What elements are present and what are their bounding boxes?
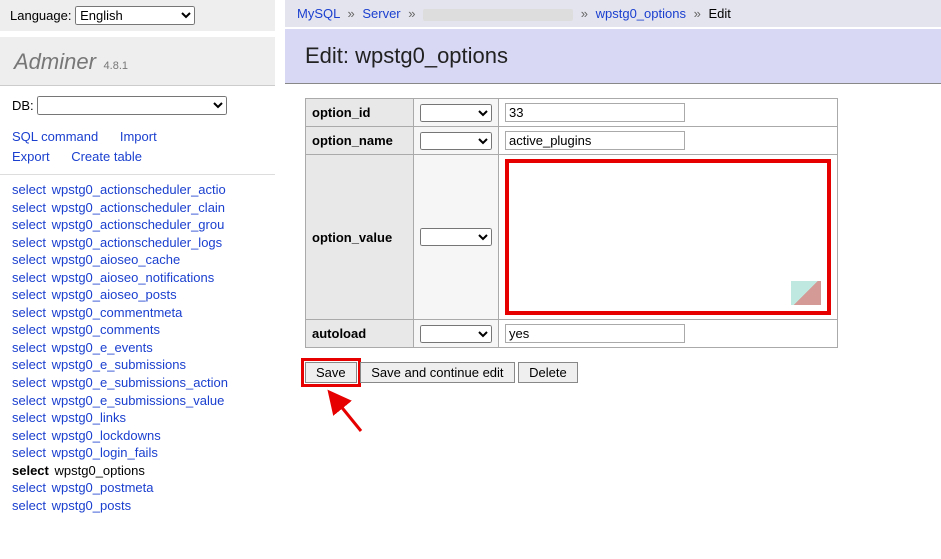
action-buttons: Save Save and continue edit Delete [305,362,921,383]
table-row: select wpstg0_comments [12,321,263,339]
table-row: select wpstg0_e_submissions [12,356,263,374]
edit-form-table: option_id option_name option_value [305,98,838,348]
link-create-table[interactable]: Create table [71,149,142,164]
field-label-option-value: option_value [306,155,414,320]
func-select-option-value[interactable] [420,228,492,246]
table-row: select wpstg0_actionscheduler_logs [12,234,263,252]
table-name-link[interactable]: wpstg0_aioseo_notifications [52,270,215,285]
func-select-autoload[interactable] [420,325,492,343]
db-selector-row: DB: [0,85,275,119]
table-name-link[interactable]: wpstg0_lockdowns [52,428,161,443]
table-row: select wpstg0_aioseo_cache [12,251,263,269]
table-row: select wpstg0_commentmeta [12,304,263,322]
table-row: select wpstg0_options [12,462,263,480]
language-bar: Language: English [0,0,275,31]
textarea-option-value[interactable] [513,167,823,307]
table-name-link[interactable]: wpstg0_actionscheduler_clain [52,200,225,215]
table-row: select wpstg0_actionscheduler_actio [12,181,263,199]
func-select-option-id[interactable] [420,104,492,122]
field-label-option-id: option_id [306,99,414,127]
table-select-link[interactable]: select [12,340,46,355]
table-select-link[interactable]: select [12,252,46,267]
table-name-link[interactable]: wpstg0_e_events [52,340,153,355]
crumb-edit: Edit [708,6,730,21]
table-select-link[interactable]: select [12,217,46,232]
field-label-option-name: option_name [306,127,414,155]
func-select-option-name[interactable] [420,132,492,150]
table-name-link[interactable]: wpstg0_aioseo_cache [52,252,181,267]
table-row: select wpstg0_lockdowns [12,427,263,445]
table-name-link[interactable]: wpstg0_postmeta [52,480,154,495]
table-select-link[interactable]: select [12,410,46,425]
option-value-highlight [505,159,831,315]
crumb-database[interactable] [423,9,573,21]
table-row: select wpstg0_actionscheduler_grou [12,216,263,234]
table-select-link[interactable]: select [12,182,46,197]
table-name-link[interactable]: wpstg0_comments [52,322,160,337]
table-select-link[interactable]: select [12,375,46,390]
table-select-link[interactable]: select [12,305,46,320]
table-name-link[interactable]: wpstg0_actionscheduler_grou [52,217,225,232]
table-select-link[interactable]: select [12,287,46,302]
save-button[interactable]: Save [305,362,357,383]
save-continue-button[interactable]: Save and continue edit [360,362,514,383]
brand-block: Adminer 4.8.1 [0,37,275,85]
table-list: select wpstg0_actionscheduler_actioselec… [0,174,275,520]
brand-version: 4.8.1 [104,60,128,72]
crumb-server[interactable]: Server [362,6,400,21]
table-name-link[interactable]: wpstg0_commentmeta [52,305,183,320]
table-row: select wpstg0_actionscheduler_clain [12,199,263,217]
table-name-link[interactable]: wpstg0_aioseo_posts [52,287,177,302]
table-name-link[interactable]: wpstg0_actionscheduler_logs [52,235,223,250]
table-select-link[interactable]: select [12,357,46,372]
table-row: select wpstg0_aioseo_notifications [12,269,263,287]
table-name-link[interactable]: wpstg0_links [52,410,126,425]
breadcrumb: MySQL » Server » » wpstg0_options » Edit [285,0,941,27]
table-name-link[interactable]: wpstg0_posts [52,498,132,513]
db-label: DB: [12,98,34,113]
input-option-id[interactable] [505,103,685,122]
table-row: select wpstg0_postmeta [12,479,263,497]
table-name-link[interactable]: wpstg0_options [55,463,145,478]
table-name-link[interactable]: wpstg0_e_submissions [52,357,186,372]
field-label-autoload: autoload [306,320,414,348]
brand-name: Adminer [14,49,96,74]
input-autoload[interactable] [505,324,685,343]
page-title-band: Edit: wpstg0_options [285,29,941,83]
table-name-link[interactable]: wpstg0_e_submissions_action [52,375,228,390]
table-name-link[interactable]: wpstg0_e_submissions_value [52,393,225,408]
crumb-table[interactable]: wpstg0_options [596,6,686,21]
callout-arrow-icon [329,395,369,435]
delete-button[interactable]: Delete [518,362,578,383]
table-row: select wpstg0_posts [12,497,263,515]
db-select[interactable] [37,96,227,115]
table-select-link[interactable]: select [12,463,49,478]
table-name-link[interactable]: wpstg0_login_fails [52,445,158,460]
table-select-link[interactable]: select [12,235,46,250]
sidebar-links: SQL command Import Export Create table [0,119,275,170]
input-option-name[interactable] [505,131,685,150]
table-name-link[interactable]: wpstg0_actionscheduler_actio [52,182,226,197]
table-select-link[interactable]: select [12,200,46,215]
table-row: select wpstg0_e_events [12,339,263,357]
table-select-link[interactable]: select [12,480,46,495]
table-select-link[interactable]: select [12,270,46,285]
table-select-link[interactable]: select [12,322,46,337]
table-select-link[interactable]: select [12,428,46,443]
page-title: Edit: wpstg0_options [305,43,921,69]
language-select[interactable]: English [75,6,195,25]
table-select-link[interactable]: select [12,393,46,408]
link-export[interactable]: Export [12,149,50,164]
table-row: select wpstg0_login_fails [12,444,263,462]
table-row: select wpstg0_links [12,409,263,427]
table-row: select wpstg0_e_submissions_value [12,392,263,410]
language-label: Language: [10,8,71,23]
table-select-link[interactable]: select [12,498,46,513]
table-row: select wpstg0_aioseo_posts [12,286,263,304]
crumb-mysql[interactable]: MySQL [297,6,340,21]
link-import[interactable]: Import [120,129,157,144]
table-select-link[interactable]: select [12,445,46,460]
link-sql-command[interactable]: SQL command [12,129,98,144]
table-row: select wpstg0_e_submissions_action [12,374,263,392]
